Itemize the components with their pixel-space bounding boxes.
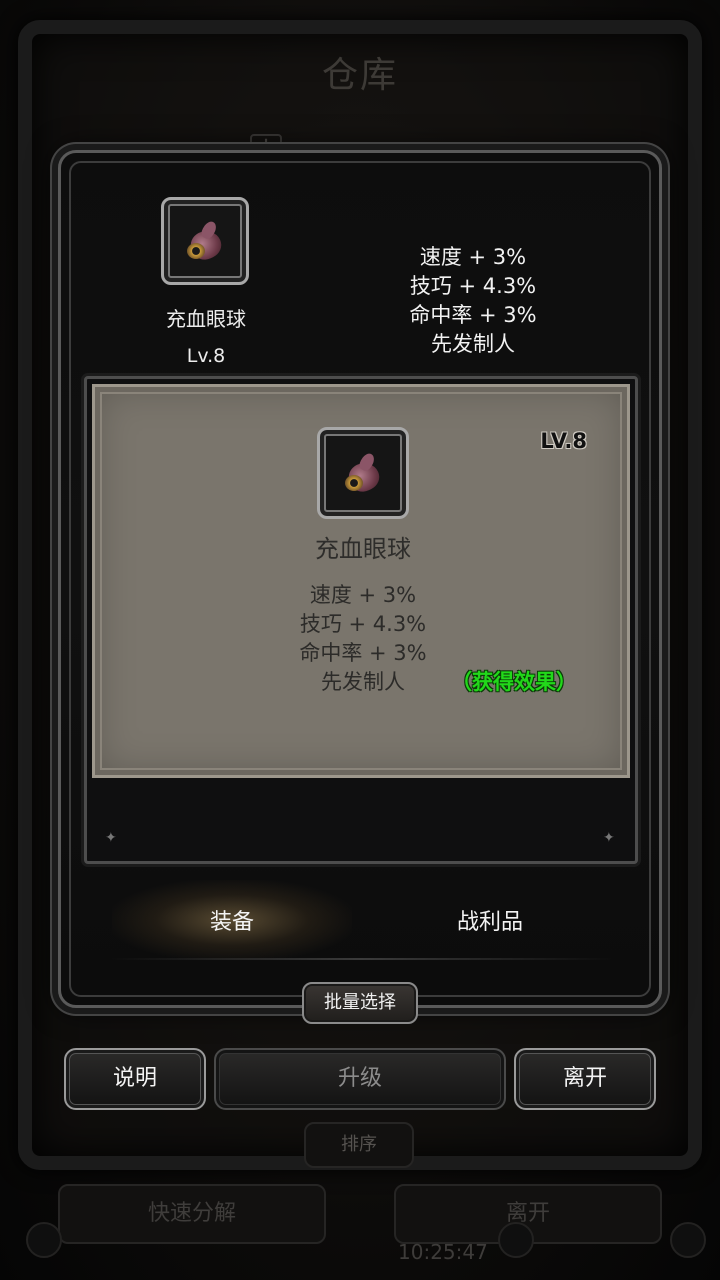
round-menu-icon	[26, 1222, 62, 1258]
item-stats: 速度 + 3% 技巧 + 4.3% 命中率 + 3% 先发制人	[373, 243, 573, 359]
tooltip-level: LV.8	[540, 429, 587, 453]
tooltip-stat-line: 命中率 + 3%	[299, 641, 427, 665]
round-status-icon	[498, 1222, 534, 1258]
leave-button[interactable]: 离开	[514, 1048, 656, 1110]
bloodshot-eyeball-icon	[185, 218, 226, 264]
tooltip-stats: 速度 + 3% 技巧 + 4.3% 命中率 + 3% 先发制人	[263, 581, 463, 697]
tooltip-stat-line: 速度 + 3%	[309, 583, 417, 607]
item-name: 充血眼球	[166, 307, 246, 331]
tooltip-stat-line: 先发制人	[321, 670, 405, 694]
effect-acquired-label: （获得效果）	[451, 670, 577, 694]
item-slot[interactable]	[161, 197, 249, 285]
tooltip-item-name: 充血眼球	[315, 535, 411, 563]
stat-line: 技巧 + 4.3%	[409, 274, 537, 298]
quick-decompose-button: 快速分解	[58, 1184, 326, 1244]
stat-line: 命中率 + 3%	[409, 303, 537, 327]
round-plus-icon	[670, 1222, 706, 1258]
upgrade-button[interactable]: 升级	[214, 1048, 506, 1110]
tab-loot[interactable]: 战利品	[430, 904, 550, 936]
stat-line: 速度 + 3%	[419, 245, 527, 269]
bloodshot-eyeball-icon	[343, 450, 384, 496]
corner-star-icon: ✦	[105, 830, 117, 846]
stat-line: 先发制人	[431, 332, 515, 356]
item-level: Lv.8	[186, 345, 226, 367]
explain-button[interactable]: 说明	[64, 1048, 206, 1110]
batch-select-button[interactable]: 批量选择	[302, 982, 418, 1024]
corner-star-icon: ✦	[603, 830, 615, 846]
warehouse-title: 仓库	[321, 55, 398, 96]
tooltip-item-slot	[317, 427, 409, 519]
category-tabs: 装备 战利品	[112, 880, 612, 960]
clock-text: 10:25:47	[398, 1240, 488, 1264]
tab-divider	[112, 958, 612, 960]
item-tooltip-card: LV.8 充血眼球 速度 + 3% 技巧 + 4.3% 命中率 + 3% 先发制…	[92, 384, 630, 778]
tab-equipment[interactable]: 装备	[172, 904, 292, 936]
tooltip-stat-line: 技巧 + 4.3%	[299, 612, 427, 636]
sort-button: 排序	[304, 1122, 414, 1168]
